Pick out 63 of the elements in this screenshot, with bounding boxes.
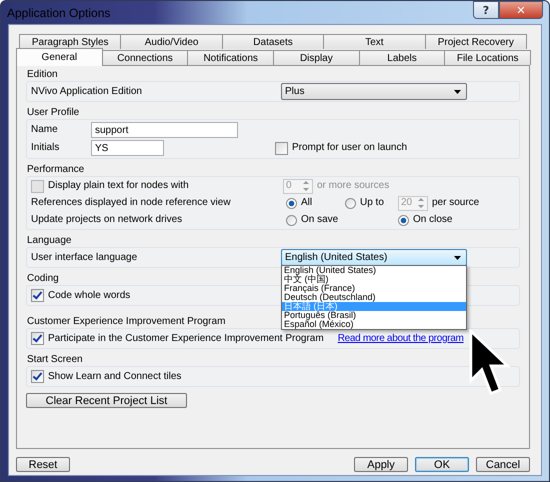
- dropdown-option[interactable]: 中文 (中国): [282, 275, 466, 284]
- dropdown-option[interactable]: Español (México): [282, 320, 466, 329]
- radio-button[interactable]: [345, 198, 356, 208]
- caret-icon: [454, 256, 461, 260]
- tab[interactable]: Display: [273, 50, 360, 65]
- dialog-button[interactable]: OK: [415, 457, 469, 472]
- tab[interactable]: Notifications: [187, 50, 274, 65]
- group-title: Coding: [27, 273, 59, 285]
- checkbox-label: Code whole words: [48, 290, 130, 302]
- group-title: Start Screen: [27, 354, 83, 366]
- field-label: Initials: [31, 142, 60, 154]
- checkbox[interactable]: [275, 142, 288, 154]
- group-title: Language: [27, 235, 72, 247]
- dropdown-option[interactable]: Deutsch (Deutschland): [282, 293, 466, 302]
- radio-button[interactable]: [286, 198, 297, 208]
- read-more-link[interactable]: Read more about the program: [338, 332, 464, 344]
- tab[interactable]: File Locations: [444, 50, 532, 65]
- edition-dropdown[interactable]: Plus: [281, 83, 467, 100]
- radio-label: On close: [413, 214, 452, 226]
- checkbox[interactable]: [31, 332, 44, 345]
- tab[interactable]: Datasets: [222, 34, 324, 49]
- radio-button[interactable]: [286, 214, 297, 226]
- spinner-suffix: per source: [432, 197, 480, 209]
- spinner-suffix: or more sources: [317, 180, 390, 192]
- dropdown-option[interactable]: Português (Brasil): [282, 311, 466, 320]
- group-title: Performance: [27, 164, 84, 176]
- tab[interactable]: Connections: [102, 50, 188, 65]
- tab[interactable]: Audio/Video: [120, 34, 223, 49]
- clear-recent-button[interactable]: Clear Recent Project List: [26, 393, 187, 408]
- checkbox-label: Display plain text for nodes with: [48, 180, 189, 192]
- tab[interactable]: General: [16, 48, 103, 66]
- tab[interactable]: Paragraph Styles: [19, 34, 122, 49]
- radio-label: On save: [301, 214, 338, 226]
- checkbox[interactable]: [31, 370, 44, 383]
- group-title: Customer Experience Improvement Program: [27, 316, 226, 328]
- language-dropdown[interactable]: English (United States): [281, 249, 467, 266]
- window-title: Application Options: [7, 6, 110, 18]
- help-button[interactable]: ?: [473, 1, 499, 19]
- checkbox-label: Show Learn and Connect tiles: [48, 370, 182, 382]
- checkbox-label: Prompt for user on launch: [292, 142, 408, 154]
- field-label: User interface language: [31, 252, 138, 264]
- reset-button[interactable]: Reset: [16, 457, 70, 472]
- dialog-button[interactable]: Apply: [354, 457, 408, 472]
- group-title: Edition: [27, 69, 58, 81]
- name-field[interactable]: support: [91, 122, 238, 138]
- dropdown-option[interactable]: English (United States): [282, 266, 466, 275]
- checkbox-label: Participate in the Customer Experience Improvement Program: [48, 332, 324, 344]
- tab[interactable]: Labels: [358, 50, 446, 65]
- group-title: User Profile: [27, 107, 80, 119]
- initials-field[interactable]: YS: [91, 140, 164, 156]
- dialog-button[interactable]: Cancel: [476, 457, 530, 472]
- caret-icon: [454, 90, 461, 94]
- tab[interactable]: Text: [323, 34, 426, 49]
- field-label: NVivo Application Edition: [31, 86, 143, 98]
- field-label: Update projects on network drives: [31, 214, 184, 226]
- tab[interactable]: Project Recovery: [424, 34, 528, 49]
- radio-button[interactable]: [398, 214, 409, 226]
- dropdown-option[interactable]: Français (France): [282, 284, 466, 293]
- radio-label: Up to: [360, 197, 384, 209]
- field-label: References displayed in node reference view: [31, 197, 232, 209]
- checkbox[interactable]: [31, 289, 44, 302]
- field-label: Name: [31, 124, 59, 136]
- radio-label: All: [301, 197, 312, 209]
